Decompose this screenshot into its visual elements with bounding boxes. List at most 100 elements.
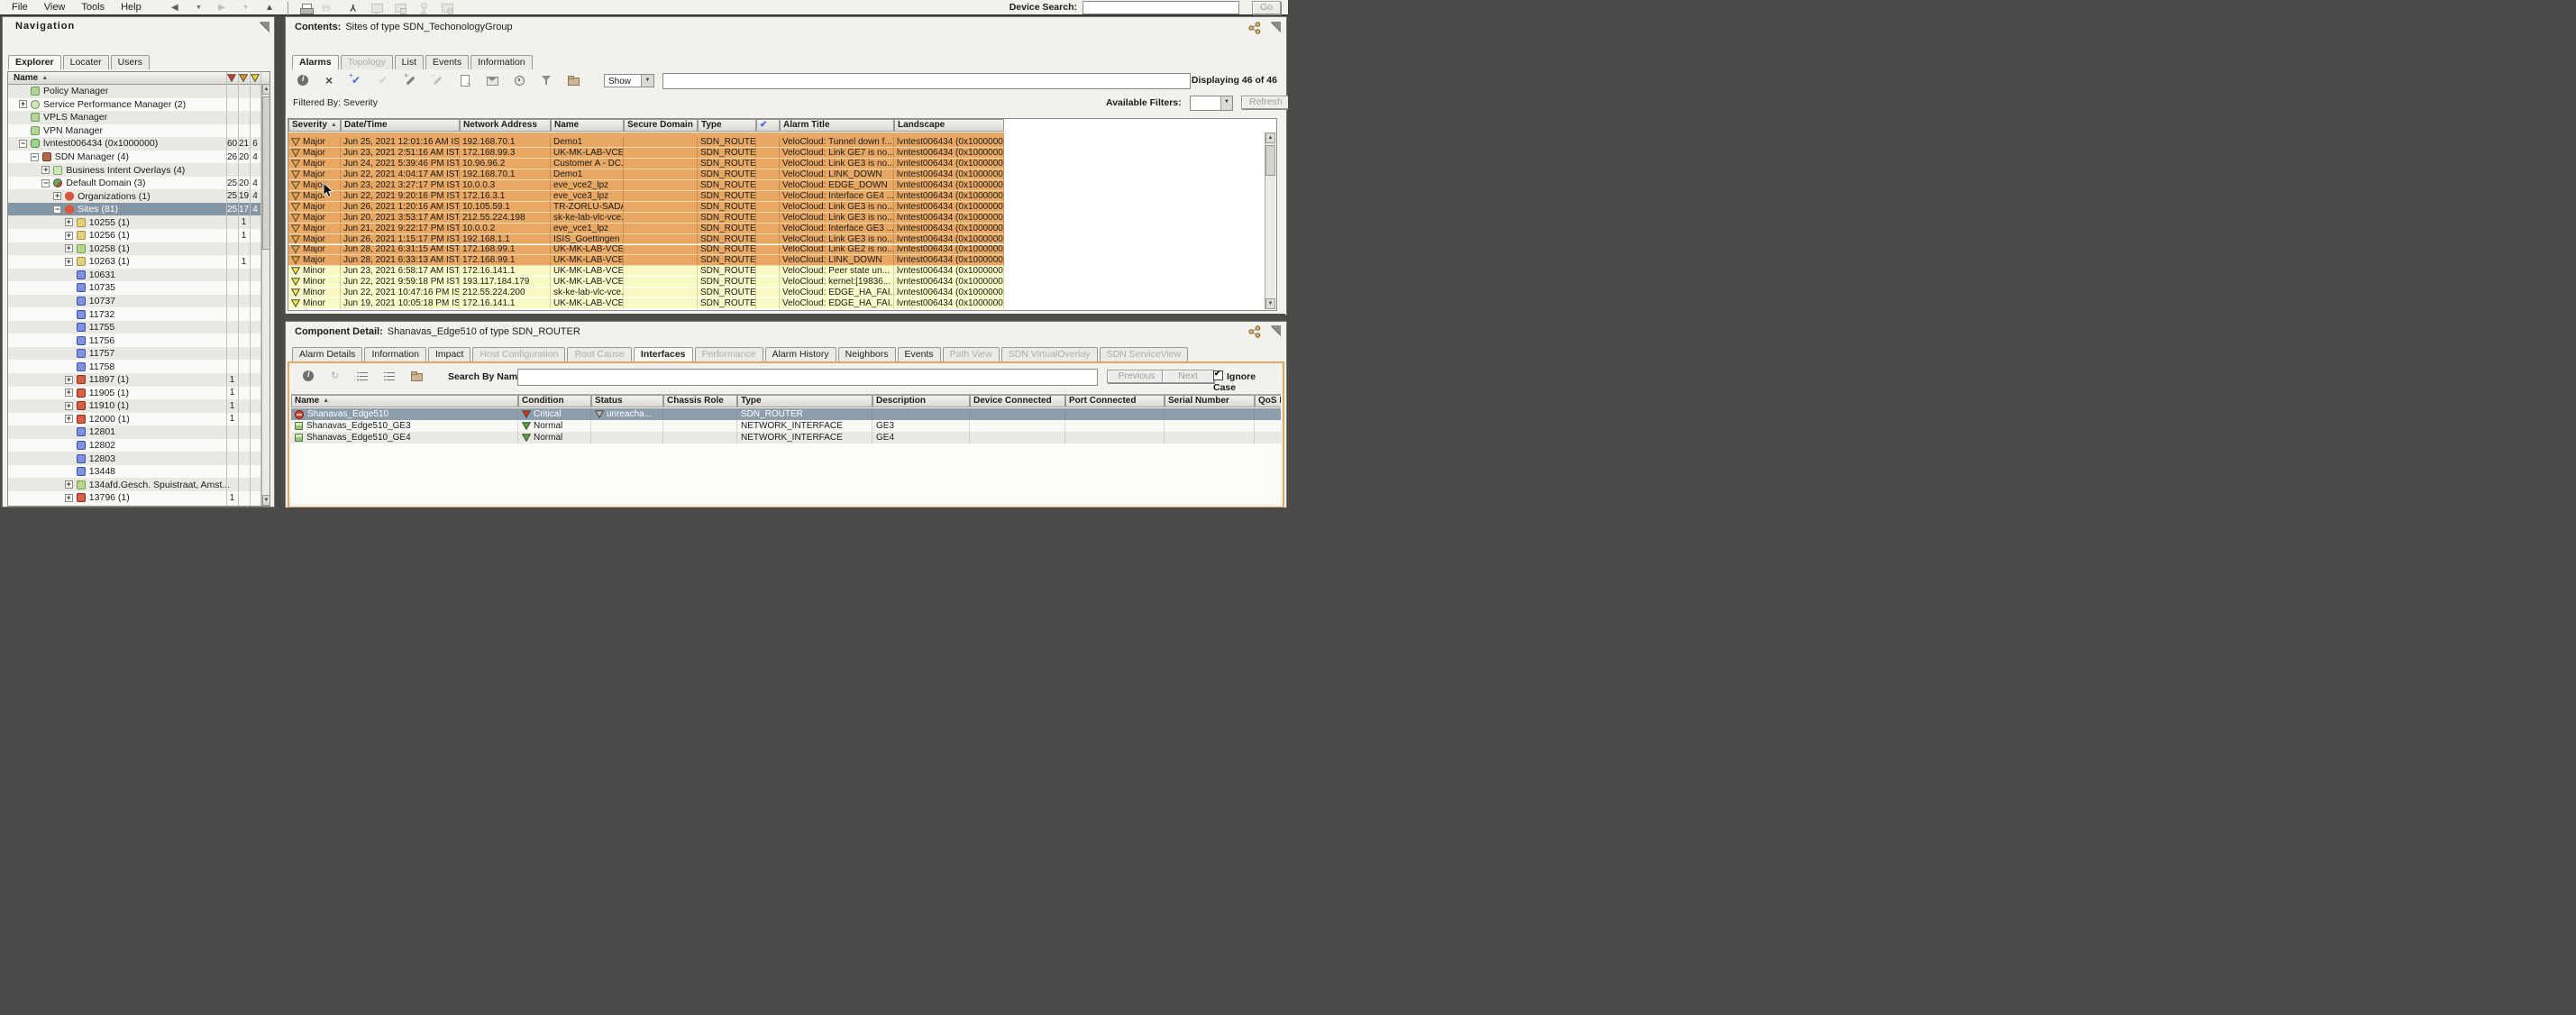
scroll-up-icon[interactable]: ▲ <box>1265 133 1275 143</box>
tab-events[interactable]: Events <box>425 55 469 69</box>
alarm-row[interactable]: MajorJun 22, 2021 9:20:16 PM IST172.16.3… <box>288 191 1004 202</box>
column-header-description[interactable]: Description <box>872 395 970 407</box>
alarm-row[interactable]: MajorJun 20, 2021 3:53:17 AM IST212.55.2… <box>288 213 1004 224</box>
collapse-icon[interactable]: − <box>31 153 39 161</box>
column-header-Alarm Title[interactable]: Alarm Title <box>780 119 894 132</box>
expand-icon[interactable]: + <box>65 402 73 410</box>
column-header-Name[interactable]: Name <box>551 119 624 132</box>
tree-item[interactable]: 11732 <box>8 307 270 321</box>
column-header-acknowledged[interactable]: ✔ <box>756 119 780 132</box>
alarm-row[interactable]: MajorJun 28, 2021 6:31:15 AM IST172.168.… <box>288 245 1004 256</box>
alarm-row[interactable]: MajorJun 24, 2021 5:39:46 PM IST10.96.96… <box>288 159 1004 169</box>
tree-item[interactable]: 10735 <box>8 281 270 295</box>
tree-item[interactable]: Policy Manager <box>8 85 270 98</box>
tree-item[interactable]: VPLS Manager <box>8 111 270 124</box>
column-header-Landscape[interactable]: Landscape <box>894 119 1004 132</box>
tree-item[interactable]: +12000 (1)1 <box>8 413 270 426</box>
scroll-up-icon[interactable]: ▲ <box>262 84 270 95</box>
expand-icon[interactable]: + <box>65 244 73 252</box>
tree-item[interactable]: +10255 (1)1 <box>8 215 270 229</box>
column-header-serial-number[interactable]: Serial Number <box>1165 395 1255 407</box>
tab-information[interactable]: Information <box>470 55 533 69</box>
tree-item[interactable]: 10631 <box>8 269 270 282</box>
alarm-row[interactable]: MinorJun 22, 2021 10:47:16 PM IST212.55.… <box>288 288 1004 298</box>
column-header-Type[interactable]: Type <box>698 119 756 132</box>
topology-icon[interactable] <box>347 3 360 14</box>
interface-row[interactable]: Shanavas_Edge510Criticalunreacha...SDN_R… <box>291 408 1281 420</box>
pin-icon[interactable] <box>1271 325 1281 335</box>
info-icon[interactable] <box>302 370 315 382</box>
back-caret-icon[interactable] <box>194 3 206 14</box>
tree-item[interactable]: 10737 <box>8 295 270 308</box>
alarm-row[interactable]: MinorJun 22, 2021 9:59:18 PM IST193.117.… <box>288 277 1004 288</box>
list-icon[interactable] <box>383 370 396 382</box>
pin-icon[interactable] <box>260 22 269 32</box>
print-icon[interactable] <box>300 3 313 14</box>
tree-item[interactable]: 12801 <box>8 425 270 439</box>
tree-item[interactable]: 11758 <box>8 360 270 373</box>
tab-list[interactable]: List <box>395 55 424 69</box>
alarm-clock-icon[interactable] <box>513 75 525 87</box>
column-header-Secure Domain[interactable]: Secure Domain <box>624 119 698 132</box>
tab-locater[interactable]: Locater <box>63 55 109 69</box>
tree-item[interactable]: 13448 <box>8 465 270 479</box>
collapse-icon[interactable]: − <box>41 179 50 187</box>
tree-item[interactable]: +10258 (1) <box>8 242 270 256</box>
expand-icon[interactable]: + <box>65 494 73 502</box>
tab-events[interactable]: Events <box>898 347 941 361</box>
tree-item[interactable]: −SDN Manager (4)26204 <box>8 151 270 164</box>
alarm-row[interactable]: MajorJun 25, 2021 12:01:16 AM IST192.168… <box>288 137 1004 148</box>
alarm-row[interactable]: MajorJun 28, 2021 6:33:13 AM IST172.168.… <box>288 255 1004 266</box>
expand-icon[interactable]: + <box>65 218 73 226</box>
tab-users[interactable]: Users <box>111 55 150 69</box>
column-header-Network Address[interactable]: Network Address <box>460 119 551 132</box>
interface-row[interactable]: Shanavas_Edge510_GE3NormalNETWORK_INTERF… <box>291 420 1281 432</box>
alarm-row[interactable]: MajorJun 26, 2021 1:15:17 PM IST192.168.… <box>288 234 1004 245</box>
alarm-filter-input[interactable] <box>662 73 1191 89</box>
panel-splitter[interactable] <box>285 314 1285 321</box>
tree-item[interactable]: +10263 (1)1 <box>8 255 270 269</box>
column-header-chassis-role[interactable]: Chassis Role <box>663 395 737 407</box>
column-header-condition[interactable]: Condition <box>518 395 591 407</box>
alarm-row[interactable]: MajorJun 22, 2021 4:04:17 AM IST192.168.… <box>288 169 1004 180</box>
alarm-row[interactable]: MajorJun 21, 2021 9:22:17 PM IST10.0.0.2… <box>288 224 1004 234</box>
alarm-row[interactable]: MinorJun 19, 2021 10:05:18 PM IST172.16.… <box>288 298 1004 309</box>
delete-icon[interactable] <box>324 75 336 87</box>
tab-alarm-history[interactable]: Alarm History <box>765 347 836 361</box>
menu-item-file[interactable]: File <box>4 0 36 14</box>
tree-item[interactable]: −lvntest006434 (0x1000000)60216 <box>8 137 270 151</box>
expand-icon[interactable]: + <box>65 232 73 240</box>
expand-icon[interactable]: + <box>53 192 61 200</box>
collapse-icon[interactable]: − <box>19 140 27 148</box>
alarm-row[interactable]: MajorJun 26, 2021 1:20:16 AM IST10.105.5… <box>288 202 1004 213</box>
info-icon[interactable] <box>297 75 309 87</box>
pin-icon[interactable] <box>1271 22 1281 32</box>
chevron-down-icon[interactable]: ▼ <box>641 75 653 87</box>
expand-icon[interactable]: + <box>65 258 73 266</box>
column-header-Severity[interactable]: Severity▲ <box>288 119 341 132</box>
collapse-icon[interactable]: − <box>53 206 61 214</box>
share-icon[interactable] <box>1248 325 1261 338</box>
filter-funnel-icon[interactable] <box>540 75 553 87</box>
open-folder-icon[interactable] <box>567 75 580 87</box>
scrollbar-thumb[interactable] <box>262 96 270 250</box>
tree-item[interactable]: 11756 <box>8 334 270 347</box>
tree-item[interactable]: +11910 (1)1 <box>8 399 270 413</box>
tree-header[interactable]: Name▲ <box>8 72 269 85</box>
tree-item[interactable]: −Default Domain (3)25204 <box>8 177 270 190</box>
tree-name-column-header[interactable]: Name <box>14 73 38 83</box>
email-icon[interactable] <box>486 75 498 87</box>
expand-icon[interactable]: + <box>65 389 73 397</box>
tree-item[interactable]: −Sites (81)25174 <box>8 203 270 216</box>
column-header-device-connected[interactable]: Device Connected <box>970 395 1065 407</box>
expand-icon[interactable]: + <box>19 100 27 108</box>
interface-row[interactable]: Shanavas_Edge510_GE4NormalNETWORK_INTERF… <box>291 432 1281 443</box>
back-arrow-icon[interactable] <box>170 3 183 14</box>
separator-icon[interactable] <box>288 3 289 14</box>
expand-icon[interactable]: + <box>65 376 73 384</box>
column-header-status[interactable]: Status <box>591 395 663 407</box>
tree-item[interactable]: 12802 <box>8 439 270 453</box>
menu-item-tools[interactable]: Tools <box>73 0 113 14</box>
expand-icon[interactable]: + <box>65 415 73 423</box>
tree-item[interactable]: +Service Performance Manager (2) <box>8 98 270 112</box>
